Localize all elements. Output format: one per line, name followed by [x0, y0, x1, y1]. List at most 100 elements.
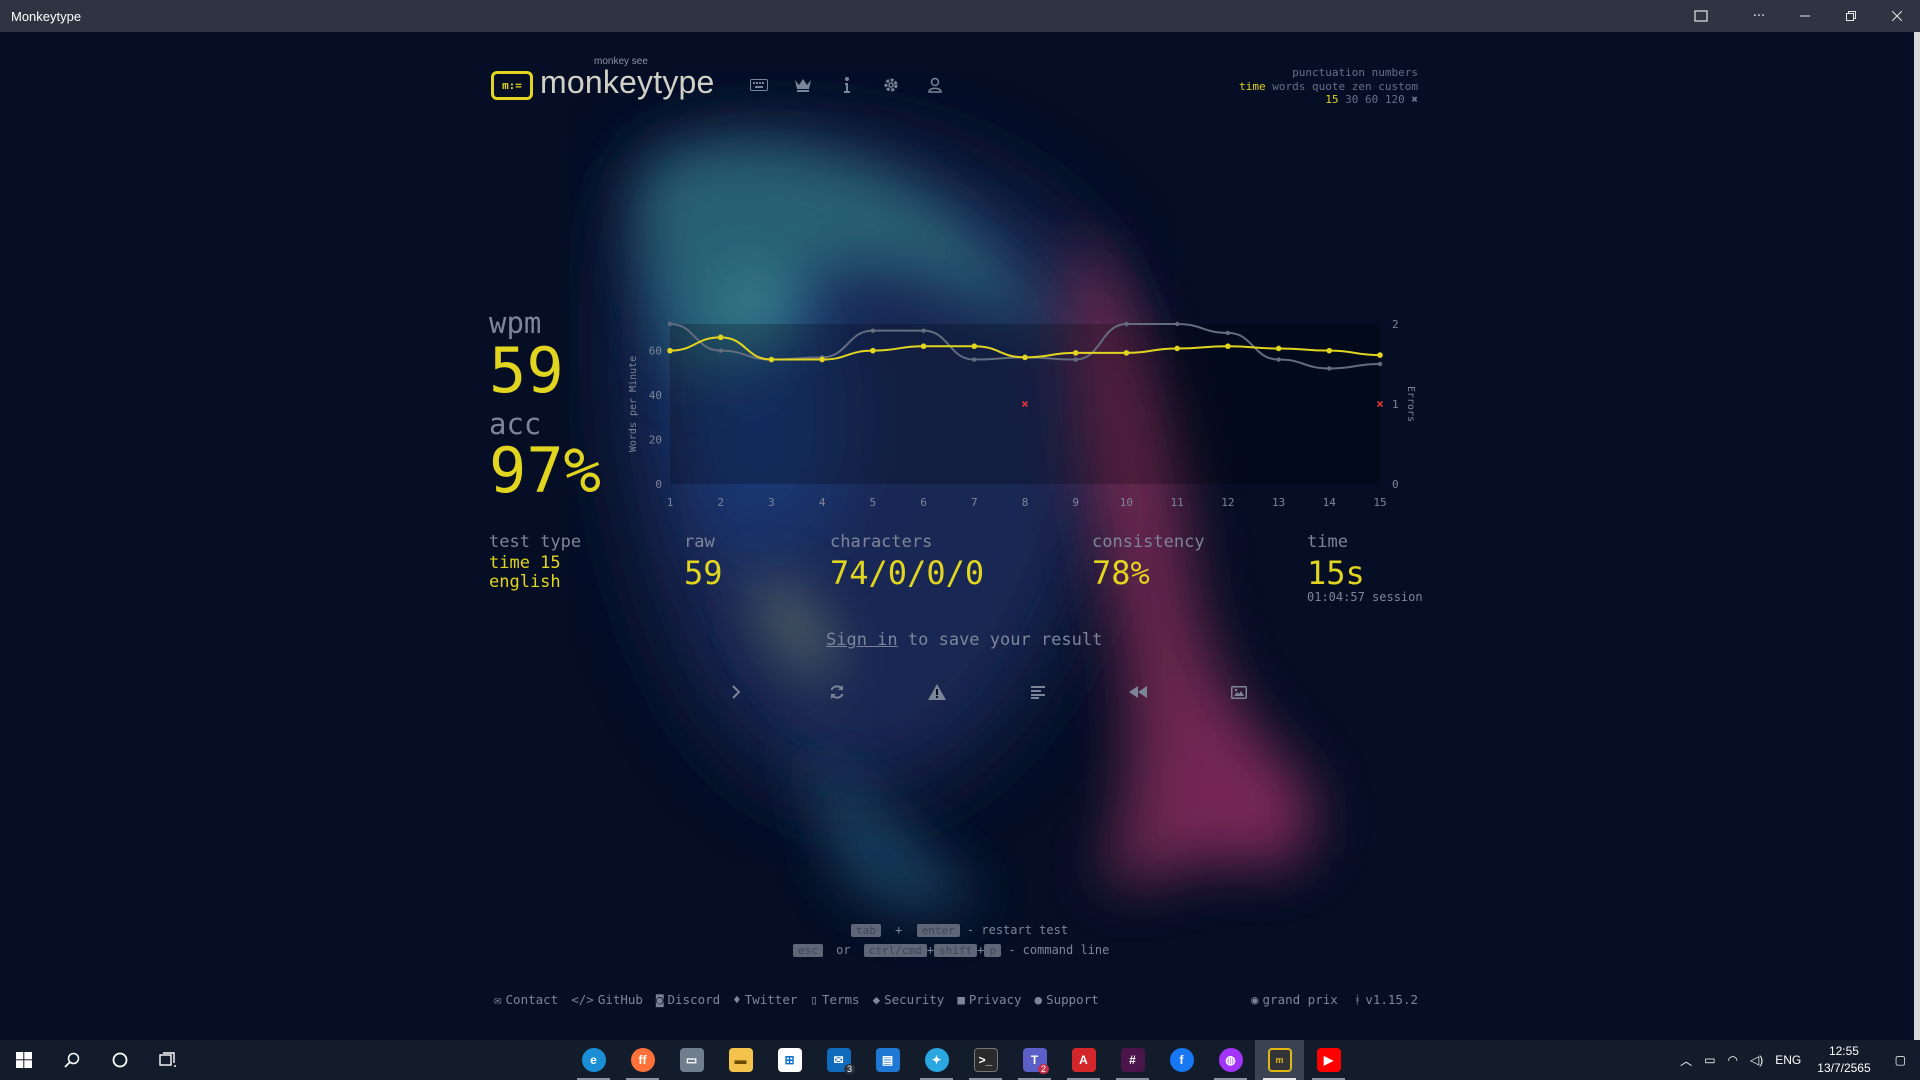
test-type-mode: time 15	[489, 553, 561, 573]
taskbar-youtube[interactable]: ▶	[1304, 1040, 1353, 1080]
y2-tick-label: 2	[1392, 318, 1399, 331]
wrench-icon[interactable]: ✖	[1411, 93, 1418, 106]
code-icon: </>	[571, 992, 594, 1007]
youtube-icon: ▶	[1316, 1048, 1341, 1072]
clock-date: 13/7/2565	[1817, 1061, 1871, 1075]
practice-missed-button[interactable]	[887, 680, 988, 704]
user-icon[interactable]	[924, 74, 946, 96]
repeat-test-button[interactable]	[787, 680, 888, 704]
info-icon[interactable]	[836, 74, 858, 96]
keyboard-icon[interactable]	[748, 74, 770, 96]
footer-discord[interactable]: ◙ Discord	[656, 992, 720, 1007]
task-view-button[interactable]	[144, 1040, 192, 1080]
x-tick-label: 11	[1171, 496, 1184, 509]
mode-time[interactable]: time	[1239, 80, 1266, 93]
data-point-wpm	[1123, 350, 1130, 356]
taskbar-monkeytype[interactable]: m	[1255, 1040, 1304, 1080]
taskbar-chat[interactable]: ✦	[912, 1040, 961, 1080]
cast-icon[interactable]	[1678, 0, 1724, 32]
data-point-raw	[1124, 321, 1129, 327]
footer-security[interactable]: ◆ Security	[873, 992, 945, 1007]
minimize-button[interactable]	[1782, 0, 1828, 32]
taskbar-firefox[interactable]: ff	[618, 1040, 667, 1080]
x-tick-label: 3	[768, 496, 775, 509]
data-point-wpm	[1072, 350, 1079, 356]
show-words-history-button[interactable]	[988, 680, 1089, 704]
vertical-scrollbar[interactable]	[1914, 32, 1920, 1040]
x-tick-label: 12	[1221, 496, 1234, 509]
duration-15[interactable]: 15	[1325, 93, 1338, 106]
data-point-wpm	[819, 356, 825, 363]
branch-icon: ᚼ	[1353, 992, 1362, 1007]
footer-twitter[interactable]: ♦ Twitter	[733, 992, 797, 1007]
footer-github[interactable]: </> GitHub	[571, 992, 643, 1007]
key-enter: enter	[916, 924, 960, 937]
data-point-wpm	[920, 343, 927, 350]
crown-icon[interactable]	[792, 74, 814, 96]
footer-privacy[interactable]: ■ Privacy	[957, 992, 1021, 1007]
y-tick-label: 20	[649, 434, 662, 447]
search-button[interactable]	[48, 1040, 96, 1080]
discord-icon: ◙	[655, 992, 664, 1007]
more-options-icon[interactable]: ···	[1736, 0, 1782, 32]
notification-icon[interactable]: ▢	[1881, 1053, 1920, 1067]
language-indicator[interactable]: ENG	[1769, 1053, 1807, 1067]
y2-tick-label: 0	[1392, 478, 1399, 491]
close-button[interactable]	[1874, 0, 1920, 32]
taskbar-facebook[interactable]: f	[1157, 1040, 1206, 1080]
taskbar-teams[interactable]: T2	[1010, 1040, 1059, 1080]
restore-button[interactable]	[1828, 0, 1874, 32]
footer-version[interactable]: ᚼ v1.15.2	[1354, 992, 1418, 1007]
taskbar-mail[interactable]: ✉ 3	[814, 1040, 863, 1080]
taskbar-apps: e ff ▭ ▬ ⊞ ✉ 3 ▤ ✦ >_ T2 A # f ◍ m ▶	[569, 1040, 1353, 1080]
taskbar-notes[interactable]: ▤	[863, 1040, 912, 1080]
taskbar-store[interactable]: ⊞	[765, 1040, 814, 1080]
y-tick-label: 0	[655, 478, 662, 491]
footer-contact[interactable]: ✉ Contact	[494, 992, 558, 1007]
data-point-wpm	[1326, 347, 1333, 354]
logo[interactable]: m:= monkey see monkeytype	[491, 56, 715, 101]
data-point-wpm	[768, 356, 775, 363]
pdf-icon: A	[1071, 1048, 1096, 1072]
wifi-icon[interactable]: ◠	[1722, 1053, 1744, 1067]
wpm-value: 59	[489, 334, 564, 407]
watch-replay-button[interactable]	[1088, 680, 1189, 704]
taskbar-terminal[interactable]: >_	[961, 1040, 1010, 1080]
y2-tick-label: 1	[1392, 398, 1399, 411]
taskbar-slack[interactable]: #	[1108, 1040, 1157, 1080]
battery-icon[interactable]: ▭	[1698, 1053, 1721, 1067]
next-test-button[interactable]	[686, 680, 787, 704]
save-screenshot-button[interactable]	[1189, 680, 1290, 704]
x-tick-label: 5	[870, 496, 877, 509]
chevron-up-icon[interactable]: ︿	[1674, 1052, 1698, 1069]
start-button[interactable]	[0, 1040, 48, 1080]
cortana-button[interactable]	[96, 1040, 144, 1080]
mode-row-type[interactable]: time words quote zen custom	[1239, 80, 1418, 94]
footer-theme[interactable]: ◉ grand prix	[1251, 992, 1338, 1007]
data-point-raw	[1377, 361, 1383, 367]
taskbar-edge[interactable]: e	[569, 1040, 618, 1080]
taskbar-explorer[interactable]: ▬	[716, 1040, 765, 1080]
data-point-wpm	[1275, 345, 1282, 352]
signin-link[interactable]: Sign in	[826, 630, 898, 650]
mode-selector: punctuation numbers time words quote zen…	[1239, 66, 1418, 107]
data-point-wpm	[1377, 352, 1383, 358]
clock-time: 12:55	[1828, 1044, 1859, 1058]
taskbar-acrobat[interactable]: A	[1059, 1040, 1108, 1080]
time-label: time	[1307, 532, 1348, 552]
gear-icon[interactable]	[880, 74, 902, 96]
rewind-icon	[1129, 686, 1148, 698]
mode-row-duration[interactable]: 15 30 60 120 ✖	[1239, 93, 1418, 107]
footer-support[interactable]: ● Support	[1035, 992, 1099, 1007]
mode-row-punctuation[interactable]: punctuation numbers	[1239, 66, 1418, 80]
footer-terms[interactable]: ▯ Terms	[810, 992, 859, 1007]
y-tick-label: 40	[649, 389, 662, 402]
data-point-wpm	[1225, 343, 1231, 350]
taskbar-messenger[interactable]: ◍	[1206, 1040, 1255, 1080]
clock[interactable]: 12:55 13/7/2565	[1807, 1043, 1880, 1077]
volume-icon[interactable]: ◁)	[1744, 1053, 1769, 1067]
taskbar-remote[interactable]: ▭	[667, 1040, 716, 1080]
x-tick-label: 8	[1022, 496, 1029, 509]
y-tick-label: 60	[649, 345, 662, 358]
restart-icon	[830, 685, 844, 699]
